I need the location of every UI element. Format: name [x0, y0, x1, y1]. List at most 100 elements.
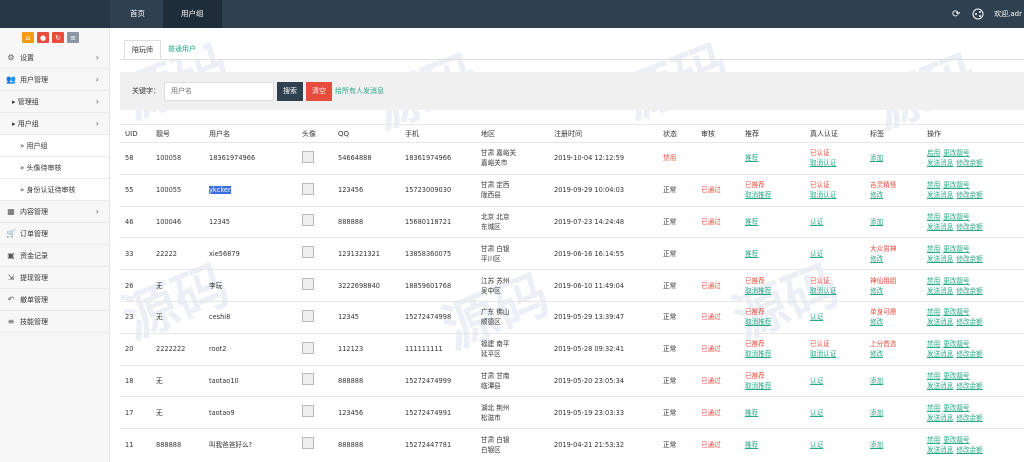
search-input[interactable] [164, 81, 274, 101]
operation-link[interactable]: 发送消息 [927, 191, 953, 199]
operation-link[interactable]: 修改余额 [956, 223, 982, 231]
auth-link[interactable]: 认证 [810, 249, 860, 259]
operation-link[interactable]: 禁用 [927, 277, 940, 285]
operation-link[interactable]: 禁用 [927, 245, 940, 253]
operation-link[interactable]: 更改靓号 [943, 149, 969, 157]
tag-link[interactable]: 神仙姐姐 [870, 276, 917, 286]
avatar[interactable] [302, 341, 314, 354]
recommend-link[interactable]: 已推荐 [745, 371, 800, 381]
recommend-link[interactable]: 取消推荐 [745, 286, 800, 296]
recommend-link[interactable]: 推荐 [745, 153, 800, 163]
recommend-link[interactable]: 取消推荐 [745, 317, 800, 327]
tag-link[interactable]: 添加 [870, 440, 917, 450]
avatar[interactable] [302, 437, 314, 450]
tag-link[interactable]: 修改 [870, 349, 917, 359]
operation-link[interactable]: 发送消息 [927, 382, 953, 390]
recommend-link[interactable]: 已推荐 [745, 276, 800, 286]
sidebar-item[interactable]: ▸ 管理组 › [0, 91, 109, 113]
tag-link[interactable]: 添加 [870, 217, 917, 227]
operation-link[interactable]: 更改靓号 [943, 277, 969, 285]
avatar[interactable] [302, 373, 314, 386]
sidebar-item[interactable]: ▸ 用户组 › [0, 113, 109, 135]
sidebar-item[interactable]: ↶ 撤单管理 [0, 289, 109, 311]
operation-link[interactable]: 禁用 [927, 372, 940, 380]
operation-link[interactable]: 禁用 [927, 404, 940, 412]
recommend-link[interactable]: 推荐 [745, 440, 800, 450]
operation-link[interactable]: 发送消息 [927, 223, 953, 231]
recommend-link[interactable]: 已推荐 [745, 307, 800, 317]
operation-link[interactable]: 更改靓号 [943, 340, 969, 348]
operation-link[interactable]: 禁用 [927, 308, 940, 316]
refresh-quick-icon[interactable]: ↻ [52, 32, 64, 43]
tag-link[interactable]: 吉灵精怪 [870, 180, 917, 190]
operation-link[interactable]: 修改余额 [956, 446, 982, 454]
recommend-link[interactable]: 推荐 [745, 249, 800, 259]
operation-link[interactable]: 禁用 [927, 340, 940, 348]
operation-link[interactable]: 发送消息 [927, 255, 953, 263]
avatar[interactable] [302, 278, 314, 291]
operation-link[interactable]: 发送消息 [927, 446, 953, 454]
home-icon[interactable]: ⌂ [22, 32, 34, 43]
tag-link[interactable]: 修改 [870, 254, 917, 264]
sidebar-item[interactable]: ≡ 技能管理 [0, 311, 109, 333]
operation-link[interactable]: 更改靓号 [943, 213, 969, 221]
operation-link[interactable]: 禁用 [927, 213, 940, 221]
tag-link[interactable]: 修改 [870, 190, 917, 200]
tag-link[interactable]: 修改 [870, 286, 917, 296]
refresh-icon[interactable]: ⟳ [950, 8, 962, 20]
auth-link[interactable]: 认证 [810, 408, 860, 418]
operation-link[interactable]: 发送消息 [927, 414, 953, 422]
auth-link[interactable]: 认证 [810, 217, 860, 227]
nav-home[interactable]: 首页 [112, 0, 163, 28]
sidebar-item[interactable]: 🛒 订单管理 [0, 223, 109, 245]
operation-link[interactable]: 发送消息 [927, 287, 953, 295]
auth-link[interactable]: 取消认证 [810, 349, 860, 359]
recommend-link[interactable]: 已推荐 [745, 339, 800, 349]
avatar[interactable] [302, 246, 314, 259]
operation-link[interactable]: 修改余额 [956, 318, 982, 326]
recommend-link[interactable]: 推荐 [745, 408, 800, 418]
auth-link[interactable]: 认证 [810, 376, 860, 386]
auth-link[interactable]: 取消认证 [810, 158, 860, 168]
sidebar-item[interactable]: 👥 用户管理 › [0, 69, 109, 91]
avatar[interactable] [302, 309, 314, 322]
sidebar-item[interactable]: » 头像待审核 [0, 157, 109, 179]
sidebar-item[interactable]: ▣ 资金记录 [0, 245, 109, 267]
recommend-link[interactable]: 取消推荐 [745, 381, 800, 391]
avatar[interactable] [302, 150, 314, 163]
avatar[interactable] [302, 214, 314, 227]
operation-link[interactable]: 发送消息 [927, 318, 953, 326]
menu-icon[interactable]: ≡ [67, 32, 79, 43]
tag-link[interactable]: 修改 [870, 317, 917, 327]
clear-button[interactable]: 清空 [306, 81, 332, 101]
sidebar-item[interactable]: » 用户组 [0, 135, 109, 157]
recommend-link[interactable]: 取消推荐 [745, 349, 800, 359]
operation-link[interactable]: 更改靓号 [943, 436, 969, 444]
auth-link[interactable]: 认证 [810, 440, 860, 450]
operation-link[interactable]: 修改余额 [956, 414, 982, 422]
recommend-link[interactable]: 取消推荐 [745, 190, 800, 200]
auth-link[interactable]: 认证 [810, 312, 860, 322]
operation-link[interactable]: 更改靓号 [943, 181, 969, 189]
avatar[interactable] [302, 405, 314, 418]
tag-link[interactable]: 上分首选 [870, 339, 917, 349]
tag-link[interactable]: 单身可撩 [870, 307, 917, 317]
search-button[interactable]: 搜索 [277, 81, 303, 101]
auth-link[interactable]: 已认证 [810, 148, 860, 158]
operation-link[interactable]: 修改余额 [956, 159, 982, 167]
operation-link[interactable]: 修改余额 [956, 287, 982, 295]
tag-link[interactable]: 添加 [870, 408, 917, 418]
tab-companion[interactable]: 陪玩师 [124, 40, 161, 60]
operation-link[interactable]: 启用 [927, 149, 940, 157]
auth-link[interactable]: 已认证 [810, 276, 860, 286]
sidebar-item[interactable]: ⚙ 设置 › [0, 47, 109, 69]
auth-link[interactable]: 取消认证 [810, 190, 860, 200]
operation-link[interactable]: 禁用 [927, 181, 940, 189]
recommend-link[interactable]: 推荐 [745, 217, 800, 227]
nav-user-group[interactable]: 用户组 [163, 0, 222, 28]
operation-link[interactable]: 更改靓号 [943, 372, 969, 380]
sidebar-item[interactable]: ⇲ 提现管理 [0, 267, 109, 289]
operation-link[interactable]: 更改靓号 [943, 308, 969, 316]
operation-link[interactable]: 修改余额 [956, 350, 982, 358]
sidebar-item[interactable]: » 身份认证待审核 [0, 179, 109, 201]
